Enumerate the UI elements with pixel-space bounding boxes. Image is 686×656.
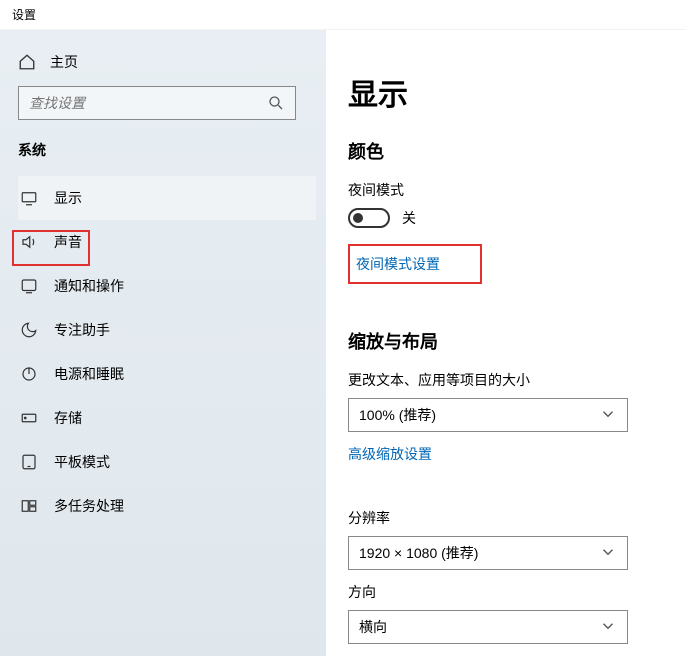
content-panel: 显示 颜色 夜间模式 关 夜间模式设置 缩放与布局 更改文本、应用等项目的大小 … bbox=[326, 30, 686, 656]
orientation-select[interactable]: 横向 bbox=[348, 610, 628, 644]
resolution-label: 分辨率 bbox=[348, 508, 670, 528]
night-mode-toggle[interactable] bbox=[348, 208, 390, 228]
sound-icon bbox=[20, 233, 38, 251]
scale-value: 100% (推荐) bbox=[359, 405, 436, 425]
orientation-label: 方向 bbox=[348, 582, 670, 602]
chevron-down-icon bbox=[599, 405, 617, 426]
sidebar-item-power[interactable]: 电源和睡眠 bbox=[18, 352, 316, 396]
sidebar-item-label: 声音 bbox=[54, 232, 82, 252]
sidebar-item-label: 存储 bbox=[54, 408, 82, 428]
search-input[interactable] bbox=[29, 95, 267, 111]
home-label: 主页 bbox=[50, 52, 78, 72]
page-title: 显示 bbox=[348, 70, 670, 114]
sidebar-item-tablet[interactable]: 平板模式 bbox=[18, 440, 316, 484]
chevron-down-icon bbox=[599, 543, 617, 564]
sidebar-item-sound[interactable]: 声音 bbox=[18, 220, 316, 264]
sidebar-item-label: 电源和睡眠 bbox=[54, 364, 124, 384]
display-icon bbox=[20, 189, 38, 207]
color-header: 颜色 bbox=[348, 138, 670, 164]
search-box[interactable] bbox=[18, 86, 296, 120]
sidebar-item-notifications[interactable]: 通知和操作 bbox=[18, 264, 316, 308]
home-link[interactable]: 主页 bbox=[18, 46, 316, 86]
night-mode-state: 关 bbox=[402, 208, 416, 228]
tablet-icon bbox=[20, 453, 38, 471]
sidebar-item-label: 通知和操作 bbox=[54, 276, 124, 296]
sidebar-item-display[interactable]: 显示 bbox=[18, 176, 316, 220]
multitask-icon bbox=[20, 497, 38, 515]
sidebar: 主页 系统 显示 声音 通知和操作 bbox=[0, 30, 326, 656]
focus-icon bbox=[20, 321, 38, 339]
sidebar-item-storage[interactable]: 存储 bbox=[18, 396, 316, 440]
sidebar-item-multitask[interactable]: 多任务处理 bbox=[18, 484, 316, 528]
sidebar-item-label: 显示 bbox=[54, 188, 82, 208]
home-icon bbox=[18, 53, 36, 71]
sidebar-item-label: 专注助手 bbox=[54, 320, 110, 340]
storage-icon bbox=[20, 409, 38, 427]
section-title: 系统 bbox=[18, 140, 316, 160]
scale-select[interactable]: 100% (推荐) bbox=[348, 398, 628, 432]
resolution-value: 1920 × 1080 (推荐) bbox=[359, 543, 478, 563]
scale-header: 缩放与布局 bbox=[348, 328, 670, 354]
resolution-select[interactable]: 1920 × 1080 (推荐) bbox=[348, 536, 628, 570]
advanced-scale-link[interactable]: 高级缩放设置 bbox=[348, 444, 432, 464]
search-icon bbox=[267, 94, 285, 112]
window-title: 设置 bbox=[0, 0, 686, 30]
night-mode-label: 夜间模式 bbox=[348, 180, 670, 200]
sidebar-item-label: 平板模式 bbox=[54, 452, 110, 472]
sidebar-item-focus[interactable]: 专注助手 bbox=[18, 308, 316, 352]
night-mode-settings-link[interactable]: 夜间模式设置 bbox=[348, 244, 482, 284]
scale-label: 更改文本、应用等项目的大小 bbox=[348, 370, 670, 390]
orientation-value: 横向 bbox=[359, 617, 387, 637]
chevron-down-icon bbox=[599, 617, 617, 638]
notification-icon bbox=[20, 277, 38, 295]
sidebar-item-label: 多任务处理 bbox=[54, 496, 124, 516]
power-icon bbox=[20, 365, 38, 383]
